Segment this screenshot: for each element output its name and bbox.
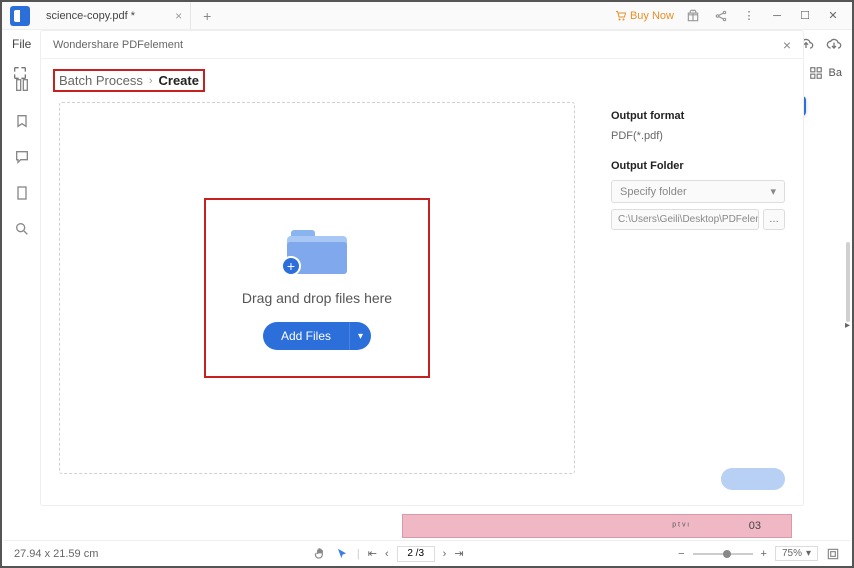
last-page-icon[interactable]: ⇥ — [454, 547, 463, 560]
thumbnails-icon[interactable] — [13, 76, 31, 94]
add-files-group: Add Files ▾ — [263, 322, 371, 350]
prev-page-icon[interactable]: ‹ — [385, 548, 389, 560]
document-tab[interactable]: science-copy.pdf * × — [38, 2, 191, 29]
more-icon[interactable]: ⋮ — [740, 7, 758, 25]
page-dimensions: 27.94 x 21.59 cm — [14, 548, 98, 560]
zoom-out-icon[interactable]: − — [678, 548, 684, 560]
output-folder-label: Output Folder — [611, 160, 785, 172]
cursor-tool-icon[interactable] — [335, 547, 349, 561]
left-sidebar — [4, 60, 40, 238]
titlebar: science-copy.pdf * × + Buy Now ⋮ ─ ☐ ✕ — [2, 2, 852, 30]
chevron-down-icon: ▾ — [806, 548, 811, 559]
bookmark-icon[interactable] — [13, 112, 31, 130]
page-number-03: 03 — [749, 520, 761, 532]
maximize-icon[interactable]: ☐ — [796, 7, 814, 25]
gift-icon[interactable] — [684, 7, 702, 25]
page-input[interactable] — [397, 546, 435, 562]
cloud-download-icon[interactable] — [826, 37, 842, 51]
add-files-button[interactable]: Add Files — [263, 322, 349, 350]
share-icon[interactable] — [712, 7, 730, 25]
zoom-in-icon[interactable]: + — [761, 548, 767, 560]
file-menu[interactable]: File — [12, 37, 31, 51]
close-window-icon[interactable]: ✕ — [824, 7, 842, 25]
ba-label[interactable]: Ba — [829, 67, 842, 79]
add-files-caret[interactable]: ▾ — [349, 322, 371, 350]
first-page-icon[interactable]: ⇤ — [368, 547, 377, 560]
tab-label: science-copy.pdf * — [46, 10, 135, 22]
search-icon[interactable] — [13, 220, 31, 238]
scrollbar[interactable] — [846, 242, 850, 322]
batch-process-modal: Wondershare PDFelement × Batch Process ›… — [40, 30, 804, 506]
comment-icon[interactable] — [13, 148, 31, 166]
cart-icon — [615, 10, 627, 22]
output-format-label: Output format — [611, 110, 785, 122]
breadcrumb-root[interactable]: Batch Process — [59, 73, 143, 88]
drop-text: Drag and drop files here — [242, 290, 392, 306]
next-page-icon[interactable]: › — [443, 548, 447, 560]
statusbar: 27.94 x 21.59 cm | ⇤ ‹ › ⇥ − + 75% ▾ — [4, 540, 850, 566]
app-logo-icon — [10, 6, 30, 26]
zoom-select[interactable]: 75% ▾ — [775, 546, 818, 561]
drop-inner-highlight: + Drag and drop files here Add Files ▾ — [204, 198, 430, 378]
buy-now-label: Buy Now — [630, 10, 674, 22]
hand-tool-icon[interactable] — [313, 547, 327, 561]
zoom-value: 75% — [782, 548, 802, 559]
modal-title: Wondershare PDFelement — [53, 39, 183, 51]
zoom-slider[interactable] — [693, 553, 753, 555]
folder-add-icon: + — [287, 226, 347, 274]
breadcrumb-current: Create — [159, 73, 199, 88]
chevron-right-icon: › — [149, 75, 153, 87]
plus-badge-icon: + — [281, 256, 301, 276]
grid-icon[interactable] — [809, 66, 823, 80]
drop-zone[interactable]: + Drag and drop files here Add Files ▾ — [59, 102, 575, 474]
browse-folder-button[interactable]: … — [763, 209, 785, 230]
output-format-value: PDF(*.pdf) — [611, 130, 785, 142]
scroll-arrow-icon[interactable]: ▸ — [845, 320, 850, 331]
folder-select[interactable]: Specify folder ▾ — [611, 180, 785, 203]
modal-close-icon[interactable]: × — [783, 37, 791, 53]
folder-path-input[interactable]: C:\Users\Geili\Desktop\PDFelement\Cr — [611, 209, 759, 230]
buy-now-link[interactable]: Buy Now — [615, 10, 674, 22]
output-panel: Output format PDF(*.pdf) Output Folder S… — [593, 102, 803, 492]
modal-header: Wondershare PDFelement × — [41, 31, 803, 59]
page-content-strip: ᵖᵗᵛᶦ 03 — [402, 514, 792, 538]
minimize-icon[interactable]: ─ — [768, 7, 786, 25]
apply-button[interactable] — [721, 468, 785, 490]
attachment-icon[interactable] — [13, 184, 31, 202]
breadcrumb: Batch Process › Create — [41, 59, 803, 102]
close-tab-icon[interactable]: × — [175, 9, 182, 23]
fit-page-icon[interactable] — [826, 547, 840, 561]
chevron-down-icon: ▾ — [770, 185, 776, 198]
add-tab-icon[interactable]: + — [203, 8, 211, 24]
folder-placeholder: Specify folder — [620, 186, 687, 198]
pink-center: ᵖᵗᵛᶦ — [672, 521, 691, 532]
